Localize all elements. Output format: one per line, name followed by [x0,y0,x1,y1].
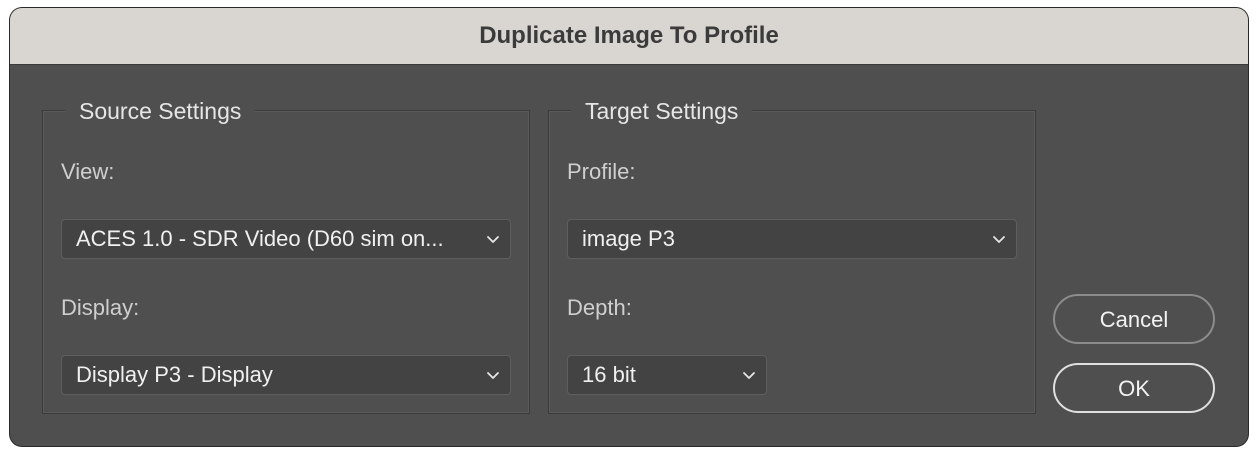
chevron-down-icon [487,372,499,379]
chevron-down-icon [743,372,755,379]
display-select[interactable]: Display P3 - Display [61,355,511,395]
view-label: View: [61,159,115,184]
view-select[interactable]: ACES 1.0 - SDR Video (D60 sim on... [61,219,511,259]
depth-select[interactable]: 16 bit [567,355,767,395]
profile-select[interactable]: image P3 [567,219,1017,259]
ok-button[interactable]: OK [1053,363,1215,413]
title-bar[interactable]: Duplicate Image To Profile [10,8,1248,65]
display-select-value: Display P3 - Display [76,362,273,387]
depth-label: Depth: [567,295,632,320]
source-settings-group: Source Settings View: ACES 1.0 - SDR Vid… [42,96,530,414]
profile-label: Profile: [567,159,636,184]
profile-select-value: image P3 [582,226,675,251]
target-settings-group: Target Settings Profile: image P3 Depth:… [548,96,1036,414]
depth-select-value: 16 bit [582,362,636,387]
duplicate-image-dialog: Duplicate Image To Profile Source Settin… [10,8,1248,446]
chevron-down-icon [993,236,1005,243]
source-settings-legend: Source Settings [65,96,256,126]
cancel-button[interactable]: Cancel [1053,294,1215,344]
display-label: Display: [61,295,140,320]
target-settings-legend: Target Settings [571,96,753,126]
chevron-down-icon [487,236,499,243]
dialog-title: Duplicate Image To Profile [479,22,779,49]
view-select-value: ACES 1.0 - SDR Video (D60 sim on... [76,226,444,251]
